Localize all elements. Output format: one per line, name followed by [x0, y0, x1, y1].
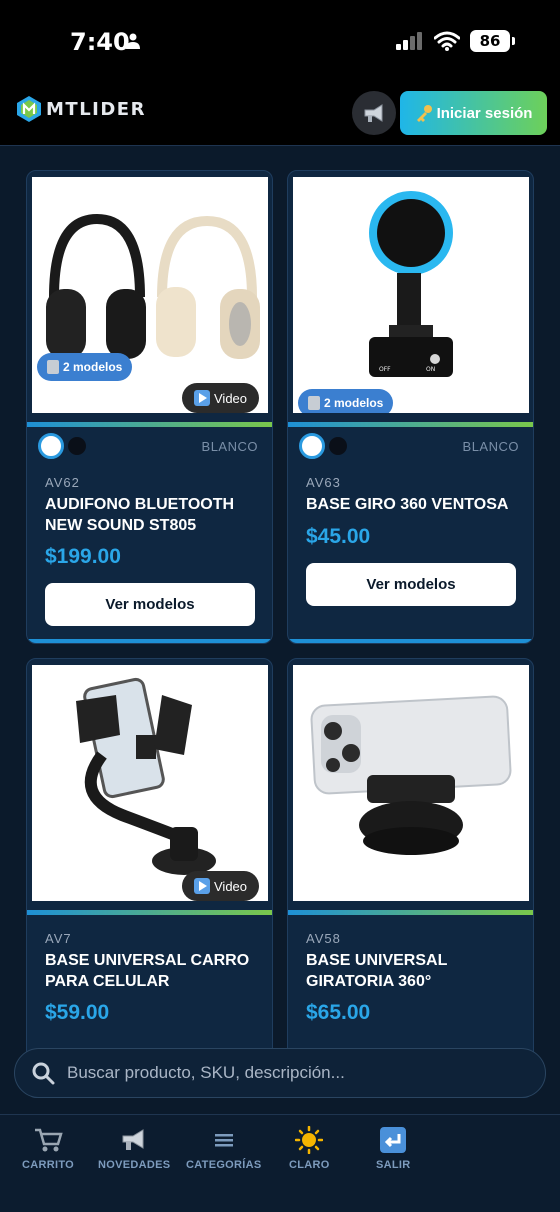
card-footer-bar — [27, 639, 272, 643]
product-image[interactable]: Video — [32, 665, 268, 901]
models-badge-label: 2 modelos — [63, 360, 123, 374]
logo-icon — [17, 96, 41, 122]
sun-icon — [295, 1126, 324, 1154]
product-price: $45.00 — [306, 525, 371, 548]
person-icon — [126, 33, 140, 49]
app-header: MTLIDER Iniciar sesión — [0, 80, 560, 146]
product-image[interactable]: 2 modelos Video — [32, 177, 268, 413]
brand-logo[interactable]: MTLIDER — [16, 95, 146, 123]
tab-label: CLARO — [289, 1159, 330, 1171]
bottom-tab-bar: CARRITO NOVEDADES CATEGORÍAS CLARO SALIR — [0, 1114, 560, 1212]
product-price: $65.00 — [306, 1001, 371, 1024]
tab-label: CARRITO — [22, 1159, 75, 1171]
tab-light-mode[interactable]: CLARO — [289, 1126, 330, 1171]
product-name: AUDIFONO BLUETOOTH NEW SOUND ST805 — [45, 496, 235, 534]
card-footer-bar — [288, 639, 533, 643]
product-price: $199.00 — [45, 545, 121, 568]
video-button[interactable]: Video — [182, 871, 260, 901]
status-indicators: 86 — [396, 30, 515, 52]
switch-off-label: OFF — [379, 366, 391, 373]
rotating-mount-image — [310, 695, 512, 855]
models-badge: 2 modelos — [298, 389, 394, 413]
product-sku: AV62 — [45, 475, 80, 490]
clipboard-icon — [308, 396, 320, 410]
megaphone-icon — [364, 104, 383, 122]
product-card[interactable]: Video AV7 BASE UNIVERSAL CARRO PARA CELU… — [26, 658, 273, 1098]
search-input[interactable] — [67, 1063, 507, 1083]
search-icon — [32, 1062, 55, 1085]
tab-label: SALIR — [376, 1159, 411, 1171]
color-label: BLANCO — [462, 439, 519, 454]
menu-icon — [214, 1134, 233, 1147]
video-label: Video — [214, 878, 248, 894]
product-card[interactable]: 2 modelos Video BLANCO AV62 AUDIFONO BLU… — [26, 170, 273, 644]
cart-icon — [35, 1128, 63, 1152]
play-icon — [194, 878, 210, 894]
product-price: $59.00 — [45, 1001, 110, 1024]
product-image[interactable]: OFF ON 2 modelos — [293, 177, 529, 413]
video-button[interactable]: Video — [182, 383, 260, 413]
color-label: BLANCO — [201, 439, 258, 454]
tab-logout[interactable]: SALIR — [376, 1127, 411, 1171]
phone-mount-image: OFF ON — [369, 191, 453, 377]
car-mount-image — [76, 677, 216, 875]
tab-label: CATEGORÍAS — [186, 1159, 262, 1171]
login-button[interactable]: Iniciar sesión — [400, 91, 547, 135]
tab-cart[interactable]: CARRITO — [22, 1127, 74, 1171]
exit-icon — [380, 1127, 407, 1153]
view-models-button[interactable]: Ver modelos — [45, 583, 255, 626]
card-divider — [27, 910, 272, 915]
product-sku: AV58 — [306, 931, 341, 946]
switch-on-label: ON — [426, 366, 435, 373]
product-image[interactable] — [293, 665, 529, 901]
brand-name: MTLIDER — [46, 98, 146, 120]
login-label: Iniciar sesión — [436, 104, 533, 122]
product-sku: AV63 — [306, 475, 341, 490]
clipboard-icon — [47, 360, 59, 374]
models-badge-label: 2 modelos — [324, 396, 384, 410]
product-name: BASE GIRO 360 VENTOSA — [306, 496, 509, 513]
card-divider — [27, 422, 272, 427]
product-name: BASE UNIVERSAL GIRATORIA 360° — [306, 952, 448, 990]
announcements-button[interactable] — [352, 91, 396, 135]
search-bar[interactable] — [14, 1048, 546, 1098]
card-divider — [288, 422, 533, 427]
video-label: Video — [214, 390, 248, 406]
card-divider — [288, 910, 533, 915]
megaphone-icon — [122, 1129, 144, 1150]
play-icon — [194, 390, 210, 406]
signal-icon — [396, 32, 422, 50]
battery-level: 86 — [479, 32, 501, 50]
product-sku: AV7 — [45, 931, 72, 946]
color-swatch-black[interactable] — [329, 437, 347, 455]
color-swatch-white[interactable] — [299, 433, 325, 459]
product-card[interactable]: OFF ON 2 modelos BLANCO AV63 BASE GIRO 3… — [287, 170, 534, 644]
status-time: 7:40 — [70, 28, 130, 56]
view-models-button[interactable]: Ver modelos — [306, 563, 516, 606]
models-badge: 2 modelos — [37, 353, 133, 381]
battery-indicator: 86 — [470, 30, 515, 52]
tab-categories[interactable]: CATEGORÍAS — [186, 1127, 262, 1171]
key-icon — [416, 105, 432, 122]
status-bar: 7:40 86 — [0, 0, 560, 80]
color-swatch-black[interactable] — [68, 437, 86, 455]
tab-label: NOVEDADES — [98, 1159, 171, 1171]
tab-news[interactable]: NOVEDADES — [98, 1127, 170, 1171]
color-swatch-white[interactable] — [38, 433, 64, 459]
wifi-icon — [434, 31, 460, 51]
product-card[interactable]: AV58 BASE UNIVERSAL GIRATORIA 360° $65.0… — [287, 658, 534, 1098]
product-name: BASE UNIVERSAL CARRO PARA CELULAR — [45, 952, 250, 990]
